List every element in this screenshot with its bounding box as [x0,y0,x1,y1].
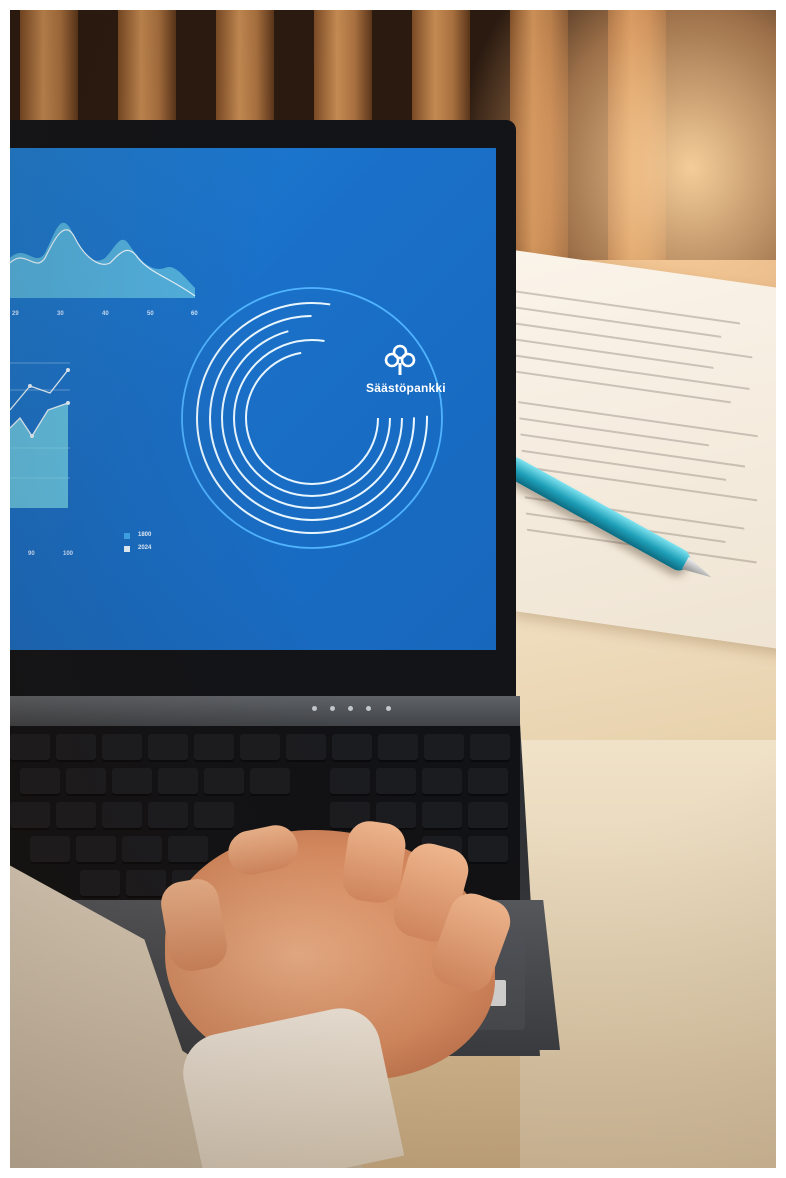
axis-tick: 29 [12,311,19,317]
legend-label: 1800 [138,532,152,538]
table-shadow [520,740,786,1178]
axis-tick: 100 [63,551,74,557]
laptop-screen: Säästöpankki 29 30 40 50 60 90 100 1800 … [10,148,496,650]
status-led [330,706,335,711]
legend-label: 2024 [138,545,152,551]
photo-scene: Säästöpankki 29 30 40 50 60 90 100 1800 … [0,0,786,1178]
ring-chart [181,287,443,549]
axis-tick: 60 [191,311,198,317]
axis-tick: 30 [57,311,64,317]
status-led [348,706,353,711]
status-led [386,706,391,711]
legend-swatch [124,533,130,539]
clover-tree-icon [384,344,416,375]
brand-name: Säästöpankki [366,381,446,395]
axis-tick: 50 [147,311,154,317]
status-led [366,706,371,711]
axis-tick: 40 [102,311,109,317]
wave-area-chart [10,222,195,298]
legend-swatch [124,546,130,552]
axis-tick: 90 [28,551,35,557]
status-led [312,706,317,711]
paper-document [487,246,786,654]
screen-graphics [10,222,443,549]
laptop-hinge [0,696,520,728]
